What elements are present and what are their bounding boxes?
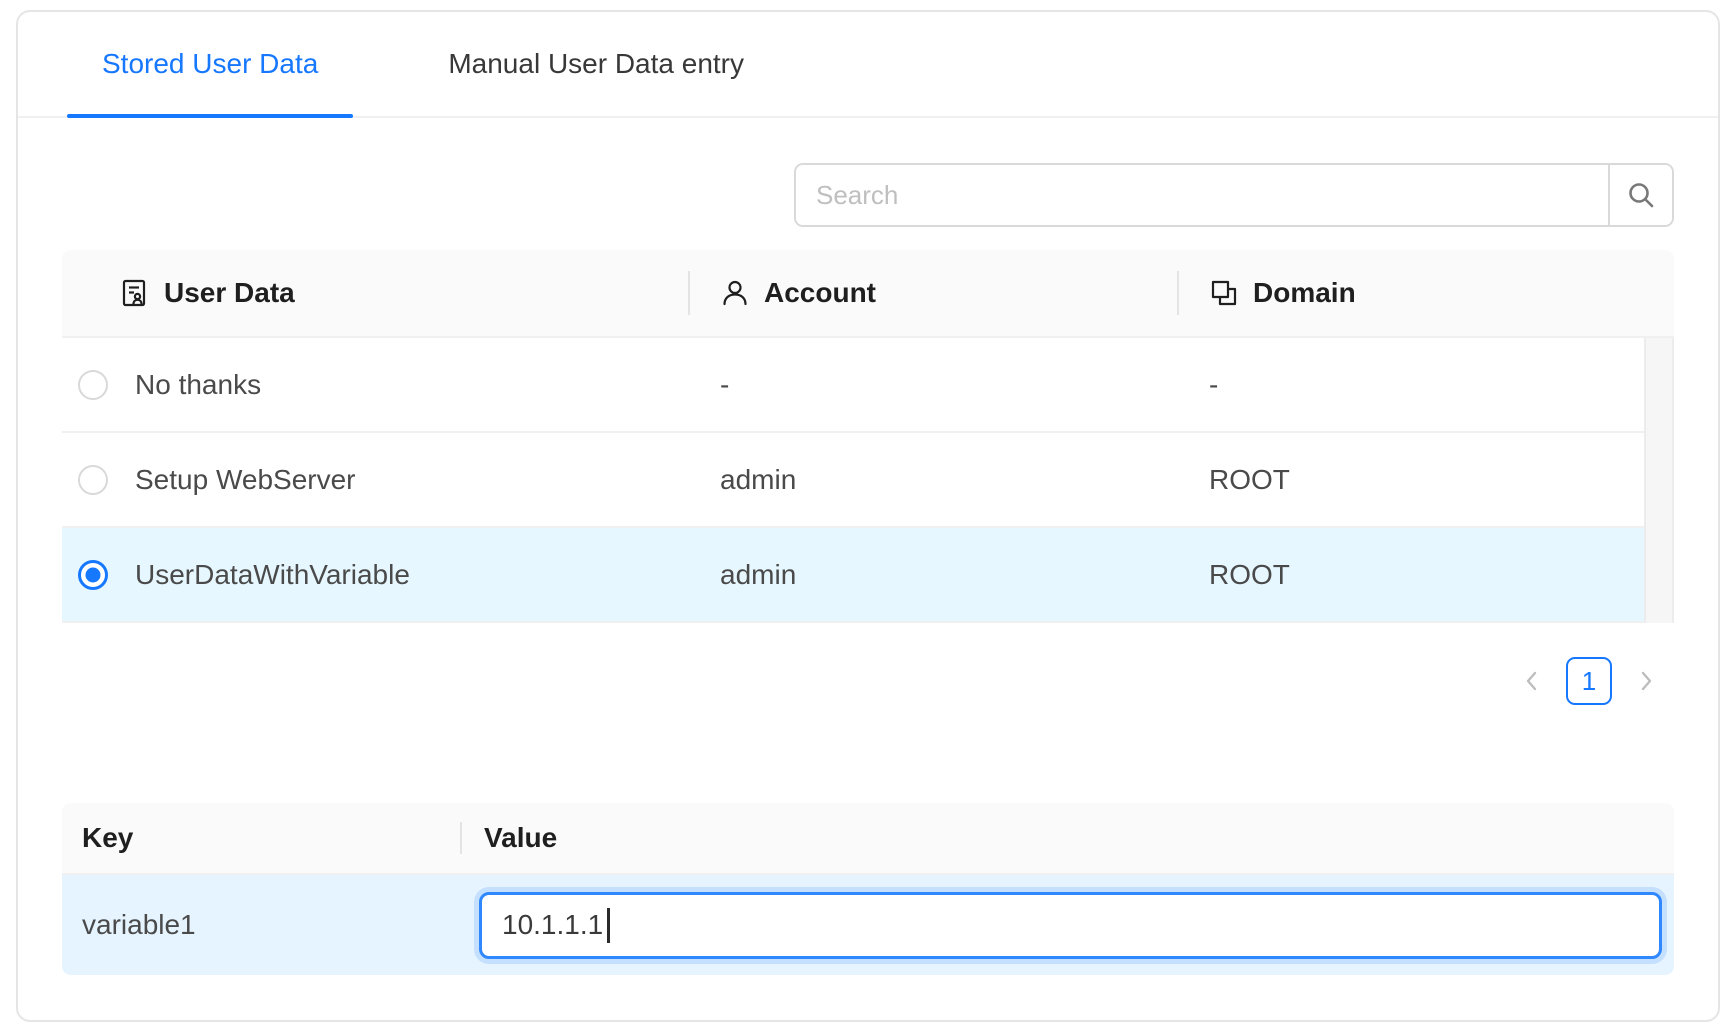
cell-domain: -: [1179, 369, 1674, 401]
radio-button[interactable]: [78, 370, 108, 400]
variable-value-wrapper: [479, 892, 1662, 959]
column-label-user-data: User Data: [164, 277, 295, 309]
key-value-table: Key Value variable1: [62, 803, 1674, 975]
table-row-no-thanks[interactable]: No thanks - -: [62, 338, 1674, 433]
key-value-header: Key Value: [62, 803, 1674, 875]
chevron-right-icon: [1636, 669, 1656, 693]
column-header-key: Key: [62, 803, 462, 873]
text-cursor: [607, 908, 610, 943]
table-scrollbar-track[interactable]: [1644, 338, 1674, 623]
table-row-userdatawithvariable[interactable]: UserDataWithVariable admin ROOT: [62, 528, 1674, 623]
table-row-setup-webserver[interactable]: Setup WebServer admin ROOT: [62, 433, 1674, 528]
radio-button-checked[interactable]: [78, 560, 108, 590]
column-label-account: Account: [764, 277, 876, 309]
column-header-domain: Domain: [1179, 250, 1674, 336]
solution-document-icon: [118, 277, 150, 309]
column-header-account: Account: [690, 250, 1179, 336]
table-body: No thanks - - Setup WebServer admin ROOT: [62, 338, 1674, 623]
cell-account: admin: [690, 559, 1179, 591]
user-data-panel: Stored User Data Manual User Data entry: [16, 10, 1720, 1022]
search-button[interactable]: [1608, 165, 1672, 225]
cell-domain: ROOT: [1179, 464, 1674, 496]
cell-account: admin: [690, 464, 1179, 496]
variable-key-label: variable1: [62, 909, 462, 941]
search-row: [62, 163, 1674, 227]
column-label-domain: Domain: [1253, 277, 1356, 309]
cell-account: -: [690, 369, 1179, 401]
tab-bar: Stored User Data Manual User Data entry: [18, 12, 1718, 118]
column-header-user-data: User Data: [62, 250, 690, 336]
cell-domain: ROOT: [1179, 559, 1674, 591]
table-header: User Data Account: [62, 250, 1674, 338]
chevron-left-icon: [1522, 669, 1542, 693]
cell-user-data: UserDataWithVariable: [135, 559, 410, 591]
tab-stored-user-data[interactable]: Stored User Data: [67, 12, 353, 116]
pagination: 1: [62, 656, 1674, 706]
user-icon: [720, 278, 750, 308]
column-header-value: Value: [462, 803, 1674, 873]
pagination-prev-button[interactable]: [1512, 657, 1552, 705]
search-group: [794, 163, 1674, 227]
cell-user-data: No thanks: [135, 369, 261, 401]
variable-value-input[interactable]: [479, 892, 1662, 959]
block-icon: [1209, 278, 1239, 308]
tab-manual-user-data-entry[interactable]: Manual User Data entry: [413, 12, 779, 116]
cell-user-data: Setup WebServer: [135, 464, 356, 496]
pagination-page-1[interactable]: 1: [1566, 657, 1612, 705]
search-icon: [1625, 179, 1657, 211]
pagination-next-button[interactable]: [1626, 657, 1666, 705]
key-value-row: variable1: [62, 875, 1674, 975]
search-input[interactable]: [796, 165, 1608, 225]
radio-button[interactable]: [78, 465, 108, 495]
user-data-table: User Data Account: [62, 250, 1674, 623]
